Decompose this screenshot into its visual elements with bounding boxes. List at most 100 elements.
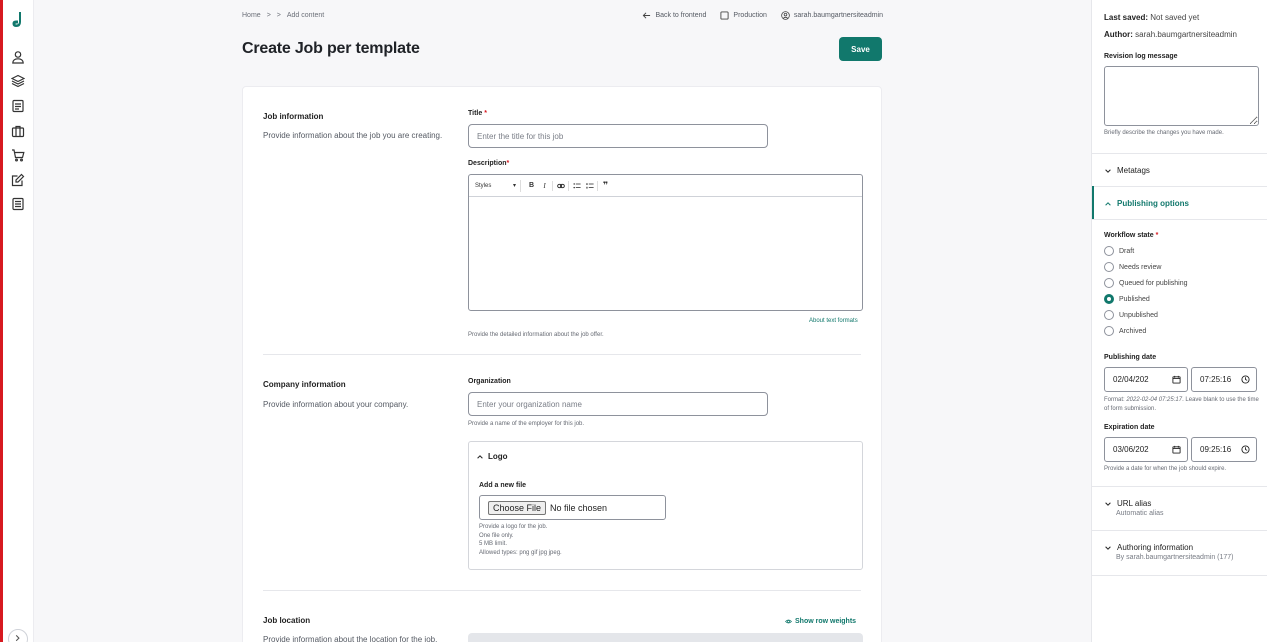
layers-icon[interactable] (11, 74, 25, 88)
logo-label: Logo (488, 452, 508, 461)
calendar-icon[interactable] (1172, 375, 1181, 384)
revision-log-label: Revision log message (1104, 53, 1178, 60)
metatags-label: Metatags (1117, 166, 1150, 175)
top-links: Back to frontend Production sarah.baumga… (642, 11, 883, 20)
user-menu[interactable]: sarah.baumgartnersiteadmin (781, 11, 883, 20)
toolbar-separator (568, 180, 569, 191)
styles-dropdown[interactable]: Styles ▾ (475, 179, 521, 192)
pub-help-format: 2022-02-04 07:25:17 (1126, 397, 1183, 403)
chevron-down-icon (1105, 501, 1111, 506)
toolbar-separator (597, 180, 598, 191)
arrow-left-icon (643, 12, 651, 19)
revision-log-textarea[interactable] (1104, 66, 1259, 126)
workflow-radio-draft[interactable]: Draft (1104, 246, 1134, 256)
radio-label: Unpublished (1119, 311, 1158, 319)
bulleted-list-icon[interactable] (570, 180, 583, 192)
briefcase-icon[interactable] (11, 124, 25, 138)
job-info-title: Job information (263, 112, 324, 121)
workflow-state-label-text: Workflow state (1104, 232, 1154, 239)
publishing-time-input[interactable]: 07:25:16 (1191, 367, 1257, 392)
breadcrumb: Home > > Add content (242, 12, 324, 19)
last-saved: Last saved: Not saved yet (1104, 13, 1199, 22)
author-label: Author: (1104, 30, 1133, 39)
publishing-date-input[interactable]: 02/04/202 (1104, 367, 1188, 392)
blockquote-icon[interactable]: ❞ (599, 180, 612, 192)
authoring-information-toggle[interactable]: Authoring information (1104, 543, 1193, 552)
edit-icon[interactable] (11, 173, 25, 187)
radio-label: Queued for publishing (1119, 279, 1188, 287)
radio-circle[interactable] (1104, 262, 1114, 272)
reports-icon[interactable] (11, 197, 25, 211)
content-icon[interactable] (11, 99, 25, 113)
workflow-state-label: Workflow state * (1104, 232, 1158, 239)
logo-help-line: 5 MB limit. (479, 541, 508, 547)
drupal-logo-icon[interactable] (11, 11, 25, 29)
workflow-radio-unpublished[interactable]: Unpublished (1104, 310, 1158, 320)
clock-icon[interactable] (1241, 375, 1250, 384)
radio-circle[interactable] (1104, 278, 1114, 288)
cart-icon[interactable] (11, 148, 25, 162)
description-label: Description* (468, 160, 509, 167)
save-button[interactable]: Save (839, 37, 882, 61)
expiration-date-label: Expiration date (1104, 424, 1155, 431)
link-icon[interactable] (554, 180, 567, 192)
workflow-radio-needs-review[interactable]: Needs review (1104, 262, 1161, 272)
numbered-list-icon[interactable] (583, 180, 596, 192)
page-title: Create Job per template (242, 40, 420, 57)
row-weights-label: Show row weights (795, 618, 857, 625)
pub-help-prefix: Format: (1104, 397, 1127, 403)
environment-indicator[interactable]: Production (720, 11, 767, 20)
back-to-frontend-link[interactable]: Back to frontend (642, 11, 706, 20)
authoring-information-label: Authoring information (1117, 543, 1194, 552)
calendar-icon[interactable] (1172, 445, 1181, 454)
required-marker: * (506, 160, 510, 167)
required-marker: * (484, 110, 487, 117)
description-help: Provide the detailed information about t… (468, 332, 604, 338)
url-alias-toggle[interactable]: URL alias (1104, 499, 1151, 508)
workflow-radio-queued[interactable]: Queued for publishing (1104, 278, 1188, 288)
sidebar-divider (1092, 186, 1267, 187)
radio-circle[interactable] (1104, 246, 1114, 256)
workflow-radio-published[interactable]: Published (1104, 294, 1150, 304)
publishing-date-value: 02/04/202 (1113, 375, 1149, 384)
bold-button[interactable]: B (525, 180, 538, 192)
publishing-options-toggle[interactable]: Publishing options (1104, 199, 1189, 208)
radio-circle-selected[interactable] (1104, 294, 1114, 304)
radio-label: Needs review (1119, 263, 1162, 271)
square-icon (720, 11, 729, 20)
logo-toggle[interactable]: Logo (476, 452, 508, 461)
organization-label: Organization (468, 378, 511, 385)
choose-file-button[interactable]: Choose File (488, 500, 547, 515)
revision-log-help: Briefly describe the changes you have ma… (1104, 130, 1224, 136)
toolbar-rail (3, 0, 34, 642)
organization-input[interactable] (468, 392, 768, 416)
workflow-radio-archived[interactable]: Archived (1104, 326, 1146, 336)
italic-button[interactable]: I (538, 180, 551, 192)
title-input[interactable] (468, 124, 768, 148)
user-icon[interactable] (11, 50, 25, 64)
sidebar-divider (1092, 486, 1267, 487)
breadcrumb-home[interactable]: Home (242, 12, 261, 19)
breadcrumb-current: Add content (286, 12, 325, 19)
job-info-description: Provide information about the job you ar… (263, 131, 443, 140)
add-file-label: Add a new file (479, 482, 527, 489)
expand-toolbar-button[interactable] (8, 629, 28, 642)
expiration-time-input[interactable]: 09:25:16 (1191, 437, 1257, 462)
meta-sidebar: Last saved: Not saved yet Author: sarah.… (1091, 0, 1267, 642)
chevron-down-icon (1105, 168, 1111, 173)
expiration-date-input[interactable]: 03/06/202 (1104, 437, 1188, 462)
clock-icon[interactable] (1241, 445, 1250, 454)
toolbar-separator (552, 180, 553, 191)
show-row-weights-button[interactable]: Show row weights (785, 618, 856, 625)
description-label-text: Description (468, 160, 507, 167)
eye-icon (785, 619, 792, 624)
chevron-up-icon (477, 454, 483, 459)
logo-file-input[interactable]: Choose File No file chosen (479, 495, 666, 520)
publishing-time-value: 07:25:16 (1200, 375, 1232, 384)
description-editor[interactable]: Styles ▾ B I ❞ (468, 174, 863, 311)
radio-circle[interactable] (1104, 310, 1114, 320)
radio-circle[interactable] (1104, 326, 1114, 336)
about-text-formats-link[interactable]: About text formats (809, 318, 858, 324)
sidebar-divider (1092, 219, 1267, 220)
metatags-toggle[interactable]: Metatags (1104, 166, 1150, 175)
